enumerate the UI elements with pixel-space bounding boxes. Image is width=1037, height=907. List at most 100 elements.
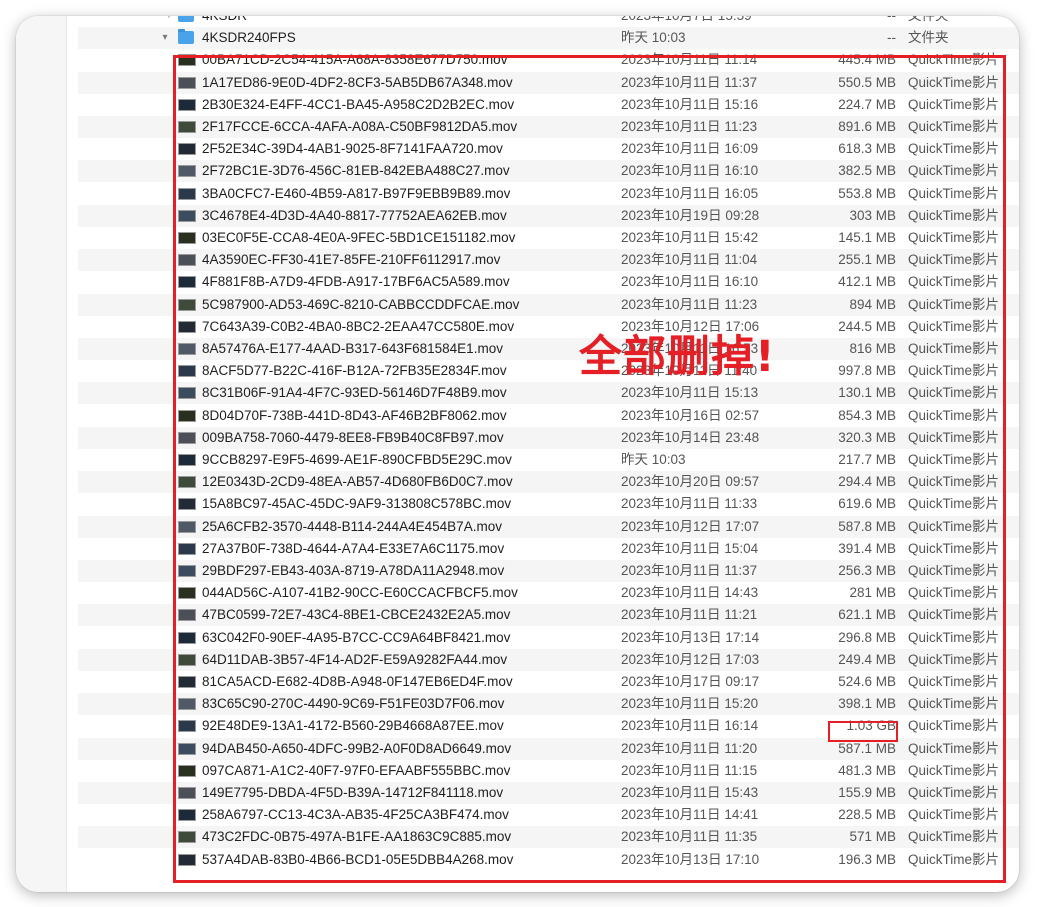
file-name: 00BA71CD-2C54-415A-A68A-8358E677D750.mov — [202, 52, 508, 68]
file-row[interactable]: 3C4678E4-4D3D-4A40-8817-77752AEA62EB.mov… — [78, 204, 1019, 227]
file-kind: QuickTime影片 — [908, 163, 1000, 179]
file-size: 891.6 MB — [838, 119, 896, 134]
file-size: 320.3 MB — [838, 429, 896, 445]
file-row[interactable]: 2B30E324-E4FF-4CC1-BA45-A958C2D2B2EC.mov… — [78, 94, 1019, 116]
file-size: 854.3 MB — [838, 407, 896, 423]
date-modified: 2023年10月11日 15:43 — [621, 785, 759, 800]
file-kind: QuickTime影片 — [908, 762, 1000, 778]
file-row[interactable]: 7C643A39-C0B2-4BA0-8BC2-2EAA47CC580E.mov… — [78, 316, 1019, 338]
file-row[interactable]: 92E48DE9-13A1-4172-B560-29B4668A87EE.mov… — [78, 715, 1019, 737]
video-thumbnail-icon — [178, 298, 196, 311]
date-modified: 2023年10月20日 09:57 — [621, 474, 760, 490]
file-kind: QuickTime影片 — [908, 718, 1000, 734]
folder-row[interactable]: › 4KSDR 2023年10月7日 15:59 -- 文件夹 — [78, 16, 1019, 27]
file-name: 5C987900-AD53-469C-8210-CABBCCDDFCAE.mov — [202, 296, 520, 312]
date-modified: 2023年10月11日 15:13 — [621, 385, 759, 401]
chevron-down-icon[interactable]: ▾ — [158, 27, 172, 49]
file-row[interactable]: 149E7795-DBDA-4F5D-B39A-14712F841118.mov… — [78, 782, 1019, 804]
file-row[interactable]: 537A4DAB-83B0-4B66-BCD1-05E5DBB4A268.mov… — [78, 849, 1019, 871]
file-kind: QuickTime影片 — [908, 696, 1000, 712]
file-kind: QuickTime影片 — [908, 607, 1000, 623]
file-size: 481.3 MB — [838, 762, 896, 778]
file-name: 27A37B0F-738D-4644-A7A4-E33E7A6C1175.mov — [202, 540, 505, 556]
file-row[interactable]: 03EC0F5E-CCA8-4E0A-9FEC-5BD1CE151182.mov… — [78, 227, 1019, 249]
file-row[interactable]: 8A57476A-E177-4AAD-B317-643F681584E1.mov… — [78, 338, 1019, 360]
file-size: 524.6 MB — [838, 674, 896, 689]
date-modified: 2023年10月11日 16:10 — [621, 163, 759, 179]
date-modified: 2023年10月13日 17:14 — [621, 629, 760, 645]
file-row[interactable]: 8D04D70F-738B-441D-8D43-AF46B2BF8062.mov… — [78, 405, 1019, 427]
file-kind: QuickTime影片 — [908, 207, 1000, 223]
file-row[interactable]: 8C31B06F-91A4-4F7C-93ED-56146D7F48B9.mov… — [78, 382, 1019, 405]
file-row[interactable]: 097CA871-A1C2-40F7-97F0-EFAABF555BBC.mov… — [78, 760, 1019, 782]
file-size: 196.3 MB — [838, 851, 896, 867]
date-modified: 2023年10月11日 16:05 — [621, 185, 759, 201]
file-name: 8D04D70F-738B-441D-8D43-AF46B2BF8062.mov — [202, 407, 507, 423]
finder-window: › 4KSDR 2023年10月7日 15:59 -- 文件夹 ▾ 4KSDR240FPS 昨… — [16, 16, 1019, 892]
date-modified: 2023年10月11日 11:33 — [621, 496, 758, 512]
file-row[interactable]: 5C987900-AD53-469C-8210-CABBCCDDFCAE.mov… — [78, 293, 1019, 316]
file-row[interactable]: 2F52E34C-39D4-4AB1-9025-8F7141FAA720.mov… — [78, 138, 1019, 160]
video-thumbnail-icon — [178, 320, 196, 333]
video-thumbnail-icon — [178, 232, 196, 244]
file-row[interactable]: 473C2FDC-0B75-497A-B1FE-AA1863C9C885.mov… — [78, 826, 1019, 849]
file-kind: QuickTime影片 — [908, 651, 1000, 667]
video-thumbnail-icon — [178, 520, 196, 533]
file-kind: QuickTime影片 — [908, 385, 1000, 401]
file-name: 8ACF5D77-B22C-416F-B12A-72FB35E2834F.mov — [202, 363, 507, 379]
file-name: 81CA5ACD-E682-4D8B-A948-0F147EB6ED4F.mov — [202, 674, 513, 689]
file-kind: QuickTime影片 — [908, 274, 1000, 290]
date-modified: 2023年10月11日 11:35 — [621, 829, 758, 845]
video-thumbnail-icon — [178, 476, 196, 489]
video-thumbnail-icon — [178, 409, 196, 422]
file-row[interactable]: 044AD56C-A107-41B2-90CC-E60CCACFBCF5.mov… — [78, 582, 1019, 604]
file-row[interactable]: 12E0343D-2CD9-48EA-AB57-4D680FB6D0C7.mov… — [78, 471, 1019, 494]
file-name: 2F72BC1E-3D76-456C-81EB-842EBA488C27.mov — [202, 163, 510, 179]
file-row[interactable]: 4A3590EC-FF30-41E7-85FE-210FF6112917.mov… — [78, 249, 1019, 272]
file-kind: QuickTime影片 — [908, 563, 1000, 578]
date-modified: 2023年10月11日 11:15 — [621, 762, 758, 778]
date-modified: 2023年10月7日 15:59 — [621, 16, 752, 27]
file-name: 258A6797-CC13-4C3A-AB35-4F25CA3BF474.mov — [202, 807, 509, 823]
date-modified: 2023年10月17日 09:17 — [621, 674, 760, 689]
file-kind: QuickTime影片 — [908, 851, 1000, 867]
file-row[interactable]: 2F17FCCE-6CCA-4AFA-A08A-C50BF9812DA5.mov… — [78, 116, 1019, 138]
file-row[interactable]: 25A6CFB2-3570-4448-B114-244A4E454B7A.mov… — [78, 515, 1019, 538]
file-row[interactable]: 1A17ED86-9E0D-4DF2-8CF3-5AB5DB67A348.mov… — [78, 71, 1019, 94]
file-name: 4KSDR240FPS — [202, 30, 296, 46]
file-row[interactable]: 27A37B0F-738D-4644-A7A4-E33E7A6C1175.mov… — [78, 538, 1019, 560]
file-row[interactable]: 9CCB8297-E9F5-4699-AE1F-890CFBD5E29C.mov… — [78, 449, 1019, 471]
video-thumbnail-icon — [178, 587, 196, 600]
date-modified: 昨天 10:03 — [621, 452, 686, 467]
file-row[interactable]: 258A6797-CC13-4C3A-AB35-4F25CA3BF474.mov… — [78, 804, 1019, 826]
file-row[interactable]: 3BA0CFC7-E460-4B59-A817-B97F9EBB9B89.mov… — [78, 183, 1019, 205]
file-size: 224.7 MB — [838, 96, 896, 112]
file-size: 155.9 MB — [838, 785, 896, 800]
file-size: 382.5 MB — [838, 163, 896, 179]
file-kind: QuickTime影片 — [908, 496, 1000, 512]
file-row[interactable]: 29BDF297-EB43-403A-8719-A78DA11A2948.mov… — [78, 560, 1019, 582]
file-row[interactable]: 009BA758-7060-4479-8EE8-FB9B40C8FB97.mov… — [78, 426, 1019, 449]
file-row[interactable]: 4F881F8B-A7D9-4FDB-A917-17BF6AC5A589.mov… — [78, 271, 1019, 293]
file-kind: QuickTime影片 — [908, 407, 1000, 423]
file-row[interactable]: 63C042F0-90EF-4A95-B7CC-CC9A64BF8421.mov… — [78, 627, 1019, 649]
file-row[interactable]: 47BC0599-72E7-43C4-8BE1-CBCE2432E2A5.mov… — [78, 604, 1019, 627]
file-row[interactable]: 83C65C90-270C-4490-9C69-F51FE03D7F06.mov… — [78, 693, 1019, 716]
folder-row[interactable]: ▾ 4KSDR240FPS 昨天 10:03 -- 文件夹 — [78, 27, 1019, 50]
file-name: 2F17FCCE-6CCA-4AFA-A08A-C50BF9812DA5.mov — [202, 119, 518, 134]
video-thumbnail-icon — [178, 76, 196, 89]
chevron-right-icon[interactable]: › — [162, 16, 176, 27]
video-thumbnail-icon — [178, 676, 196, 688]
file-row[interactable]: 94DAB450-A650-4DFC-99B2-A0F0D8AD6649.mov… — [78, 737, 1019, 760]
file-size: 587.8 MB — [838, 518, 896, 534]
file-row[interactable]: 64D11DAB-3B57-4F14-AD2F-E59A9282FA44.mov… — [78, 648, 1019, 671]
file-row[interactable]: 00BA71CD-2C54-415A-A68A-8358E677D750.mov… — [78, 49, 1019, 71]
file-size: 571 MB — [849, 829, 896, 845]
date-modified: 2023年10月16日 02:57 — [621, 407, 760, 423]
file-row[interactable]: 8ACF5D77-B22C-416F-B12A-72FB35E2834F.mov… — [78, 360, 1019, 382]
video-thumbnail-icon — [178, 742, 196, 755]
file-size: 587.1 MB — [838, 740, 896, 756]
file-row[interactable]: 2F72BC1E-3D76-456C-81EB-842EBA488C27.mov… — [78, 160, 1019, 183]
file-row[interactable]: 15A8BC97-45AC-45DC-9AF9-313808C578BC.mov… — [78, 493, 1019, 515]
file-row[interactable]: 81CA5ACD-E682-4D8B-A948-0F147EB6ED4F.mov… — [78, 671, 1019, 693]
